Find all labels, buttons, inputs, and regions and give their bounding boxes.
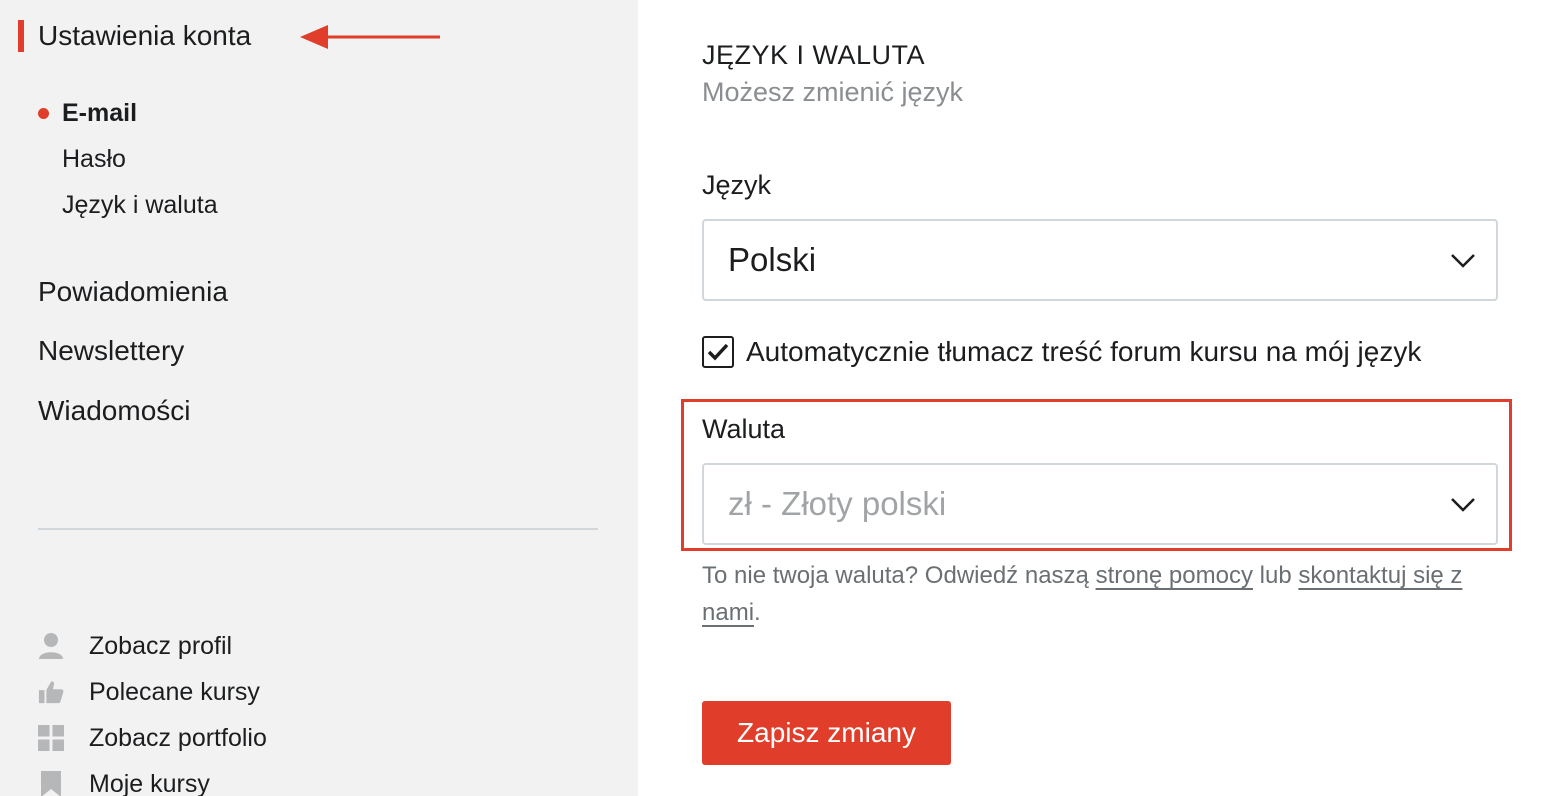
account-subnav: E-mail Hasło Język i waluta: [38, 90, 218, 228]
subnav-item-label: Język i waluta: [62, 190, 218, 219]
page-subtitle: Możesz zmienić język: [702, 77, 964, 107]
subnav-item-email[interactable]: E-mail: [38, 90, 218, 136]
chevron-down-icon: [1451, 254, 1475, 268]
thumbs-up-icon: [38, 678, 64, 706]
auto-translate-checkbox[interactable]: [702, 336, 734, 368]
view-profile-label: Zobacz profil: [89, 631, 233, 660]
save-changes-button[interactable]: Zapisz zmiany: [702, 701, 951, 765]
active-dot-icon: [38, 107, 49, 119]
my-courses-label: Moje kursy: [89, 769, 210, 796]
auto-translate-option: Automatycznie tłumacz treść forum kursu …: [702, 336, 1421, 368]
recommended-courses-link[interactable]: Polecane kursy: [38, 669, 267, 715]
profile-links: Zobacz profil Polecane kursy Zobacz port…: [38, 623, 267, 796]
nav-item-messages[interactable]: Wiadomości: [38, 381, 228, 441]
nav-item-notifications[interactable]: Powiadomienia: [38, 262, 228, 322]
bookmark-icon: [38, 770, 64, 796]
currency-help-text: To nie twoja waluta? Odwiedź naszą stron…: [702, 557, 1502, 631]
language-select-value: Polski: [728, 241, 817, 278]
view-profile-link[interactable]: Zobacz profil: [38, 623, 267, 669]
help-text-middle: lub: [1252, 562, 1299, 589]
subnav-item-language-currency[interactable]: Język i waluta: [38, 182, 218, 228]
annotation-highlight-box: [681, 399, 1512, 551]
help-page-link[interactable]: stronę pomocy: [1096, 562, 1253, 589]
subnav-item-label: E-mail: [62, 98, 138, 127]
language-select[interactable]: Polski: [702, 219, 1498, 301]
subnav-item-password[interactable]: Hasło: [38, 136, 218, 182]
settings-content: JĘZYK I WALUTA Możesz zmienić język Języ…: [638, 0, 1544, 796]
my-courses-link[interactable]: Moje kursy: [38, 761, 267, 796]
auto-translate-label: Automatycznie tłumacz treść forum kursu …: [746, 336, 1422, 367]
subnav-item-label: Hasło: [62, 144, 126, 173]
page-title: JĘZYK I WALUTA: [702, 40, 926, 70]
annotation-arrow-icon: [300, 25, 440, 49]
help-text-prefix: To nie twoja waluta? Odwiedź naszą: [702, 562, 1096, 589]
section-header: Ustawienia konta: [0, 16, 251, 56]
active-section-indicator: [18, 20, 24, 52]
section-title: Ustawienia konta: [38, 20, 252, 51]
checkmark-icon: [707, 343, 729, 361]
nav-item-newsletters[interactable]: Newslettery: [38, 322, 228, 382]
settings-sidebar: Ustawienia konta E-mail Hasło Język i wa…: [0, 0, 638, 796]
help-text-suffix: .: [754, 599, 761, 626]
user-icon: [38, 632, 64, 660]
settings-nav: Powiadomienia Newslettery Wiadomości: [38, 262, 228, 441]
view-portfolio-link[interactable]: Zobacz portfolio: [38, 715, 267, 761]
recommended-courses-label: Polecane kursy: [89, 677, 260, 706]
grid-icon: [38, 724, 64, 752]
sidebar-divider: [38, 528, 598, 530]
view-portfolio-label: Zobacz portfolio: [89, 723, 267, 752]
language-label: Język: [702, 170, 772, 200]
